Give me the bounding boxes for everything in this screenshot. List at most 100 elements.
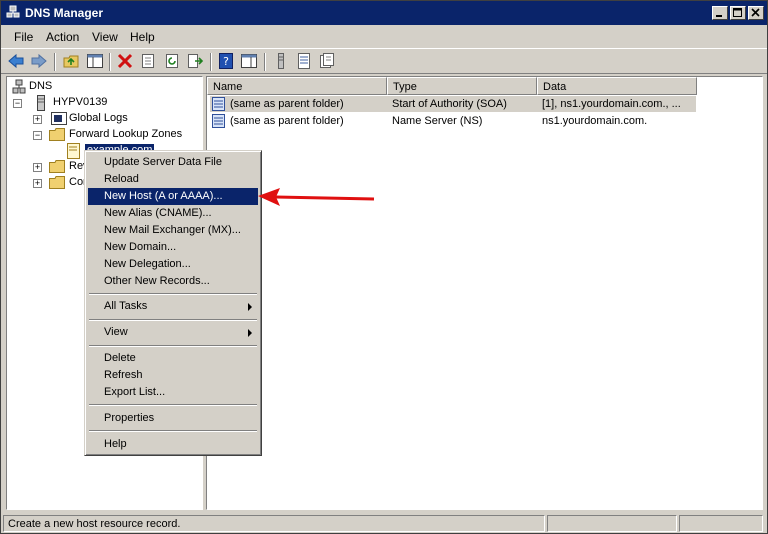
menu-item-all-tasks[interactable]: All Tasks: [88, 298, 258, 315]
zone-icon: [67, 143, 80, 159]
menu-item-label: Reload: [104, 173, 139, 185]
menu-separator: [89, 319, 257, 321]
window-title: DNS Manager: [25, 6, 104, 20]
close-icon: [751, 8, 760, 17]
expand-toggle[interactable]: +: [33, 115, 42, 124]
show-hide-action-pane-icon[interactable]: [240, 52, 258, 70]
menu-item-update-server-data-file[interactable]: Update Server Data File: [88, 154, 258, 171]
table-row[interactable]: (same as parent folder) Start of Authori…: [210, 96, 696, 112]
record-name: (same as parent folder): [230, 115, 344, 127]
tree-node-global-logs[interactable]: + Global Logs: [33, 111, 183, 127]
menu-item-label: New Delegation...: [104, 258, 191, 270]
menu-item-help[interactable]: Help: [88, 436, 258, 453]
properties-icon[interactable]: [139, 52, 157, 70]
menu-item-label: Export List...: [104, 386, 166, 398]
menu-item-new-mail-exchanger[interactable]: New Mail Exchanger (MX)...: [88, 222, 258, 239]
forward-icon[interactable]: [30, 52, 48, 70]
record-name: (same as parent folder): [230, 98, 344, 110]
close-button[interactable]: [748, 6, 764, 20]
show-hide-tree-icon[interactable]: [86, 52, 104, 70]
tree-label-server: HYPV0139: [53, 96, 108, 108]
menu-separator: [89, 345, 257, 347]
tree-label-forward-zones: Forward Lookup Zones: [69, 128, 183, 140]
menu-view[interactable]: View: [92, 30, 118, 44]
column-header-name[interactable]: Name: [207, 77, 387, 95]
menu-item-view[interactable]: View: [88, 324, 258, 341]
up-folder-icon[interactable]: [62, 52, 80, 70]
expand-toggle[interactable]: +: [33, 163, 42, 172]
collapse-toggle[interactable]: −: [33, 131, 42, 140]
menu-bar: File Action View Help: [1, 27, 767, 47]
refresh-icon[interactable]: [163, 52, 181, 70]
zone-icon[interactable]: [295, 52, 313, 70]
tree-node-forward-zones[interactable]: − Forward Lookup Zones: [33, 127, 202, 143]
menu-item-label: All Tasks: [104, 300, 148, 312]
server-icon[interactable]: [272, 52, 290, 70]
column-header-data[interactable]: Data: [537, 77, 697, 95]
records-list[interactable]: Name Type Data (same as parent folder) S…: [206, 76, 763, 510]
menu-item-refresh[interactable]: Refresh: [88, 367, 258, 384]
menu-file[interactable]: File: [14, 30, 33, 44]
menu-item-new-host[interactable]: New Host (A or AAAA)...: [88, 188, 258, 205]
tree-node-server[interactable]: − HYPV0139: [13, 95, 163, 111]
dns-manager-window: DNS Manager File Action View Help ? DNS …: [0, 0, 768, 534]
menu-item-label: Other New Records...: [104, 275, 210, 287]
menu-separator: [89, 404, 257, 406]
folder-icon: [49, 176, 65, 189]
server-icon: [37, 95, 45, 111]
dns-manager-icon: [6, 5, 20, 18]
minimize-button[interactable]: [712, 6, 728, 20]
table-row[interactable]: (same as parent folder) Name Server (NS)…: [210, 113, 696, 129]
menu-item-other-new-records[interactable]: Other New Records...: [88, 273, 258, 290]
menu-item-label: New Domain...: [104, 241, 177, 253]
toolbar-separator: [264, 53, 266, 71]
menu-item-label: Update Server Data File: [104, 156, 222, 168]
status-text: Create a new host resource record.: [3, 515, 545, 532]
column-header-type[interactable]: Type: [387, 77, 537, 95]
folder-icon: [49, 128, 65, 141]
menu-action[interactable]: Action: [46, 30, 79, 44]
status-panel: [547, 515, 677, 532]
record-icon: [212, 97, 225, 111]
context-menu: Update Server Data File Reload New Host …: [84, 150, 262, 456]
menu-item-new-domain[interactable]: New Domain...: [88, 239, 258, 256]
expand-toggle[interactable]: +: [33, 179, 42, 188]
toolbar-separator: [210, 53, 212, 71]
help-icon[interactable]: ?: [217, 52, 235, 70]
records-icon[interactable]: [318, 52, 336, 70]
submenu-arrow-icon: [248, 303, 252, 311]
menu-item-delete[interactable]: Delete: [88, 350, 258, 367]
menu-separator: [89, 293, 257, 295]
record-data: [1], ns1.yourdomain.com., ...: [542, 98, 681, 110]
menu-item-reload[interactable]: Reload: [88, 171, 258, 188]
toolbar-separator: [109, 53, 111, 71]
menu-help[interactable]: Help: [130, 30, 155, 44]
export-list-icon[interactable]: [186, 52, 204, 70]
status-panel: [679, 515, 763, 532]
menu-item-label: New Alias (CNAME)...: [104, 207, 212, 219]
menu-item-export-list[interactable]: Export List...: [88, 384, 258, 401]
tree-label-dns: DNS: [29, 80, 53, 92]
menu-item-new-delegation[interactable]: New Delegation...: [88, 256, 258, 273]
record-type: Start of Authority (SOA): [392, 98, 507, 110]
menu-item-label: View: [104, 326, 128, 338]
record-icon: [212, 114, 225, 128]
menu-item-label: Properties: [104, 412, 155, 424]
back-icon[interactable]: [7, 52, 25, 70]
svg-text:?: ?: [223, 55, 229, 68]
status-bar: Create a new host resource record.: [1, 513, 767, 533]
dns-icon: [12, 79, 26, 94]
menu-item-label: New Host (A or AAAA)...: [104, 190, 223, 202]
delete-icon[interactable]: [116, 52, 134, 70]
collapse-toggle[interactable]: −: [13, 99, 22, 108]
maximize-button[interactable]: [730, 6, 746, 20]
menu-item-label: Refresh: [104, 369, 143, 381]
title-bar[interactable]: DNS Manager: [1, 1, 767, 25]
menu-item-properties[interactable]: Properties: [88, 410, 258, 427]
tree-node-dns[interactable]: DNS: [11, 79, 131, 95]
logs-icon: [51, 112, 67, 125]
menu-item-new-alias[interactable]: New Alias (CNAME)...: [88, 205, 258, 222]
record-type: Name Server (NS): [392, 115, 483, 127]
toolbar-separator: [54, 53, 56, 71]
record-data: ns1.yourdomain.com.: [542, 115, 648, 127]
